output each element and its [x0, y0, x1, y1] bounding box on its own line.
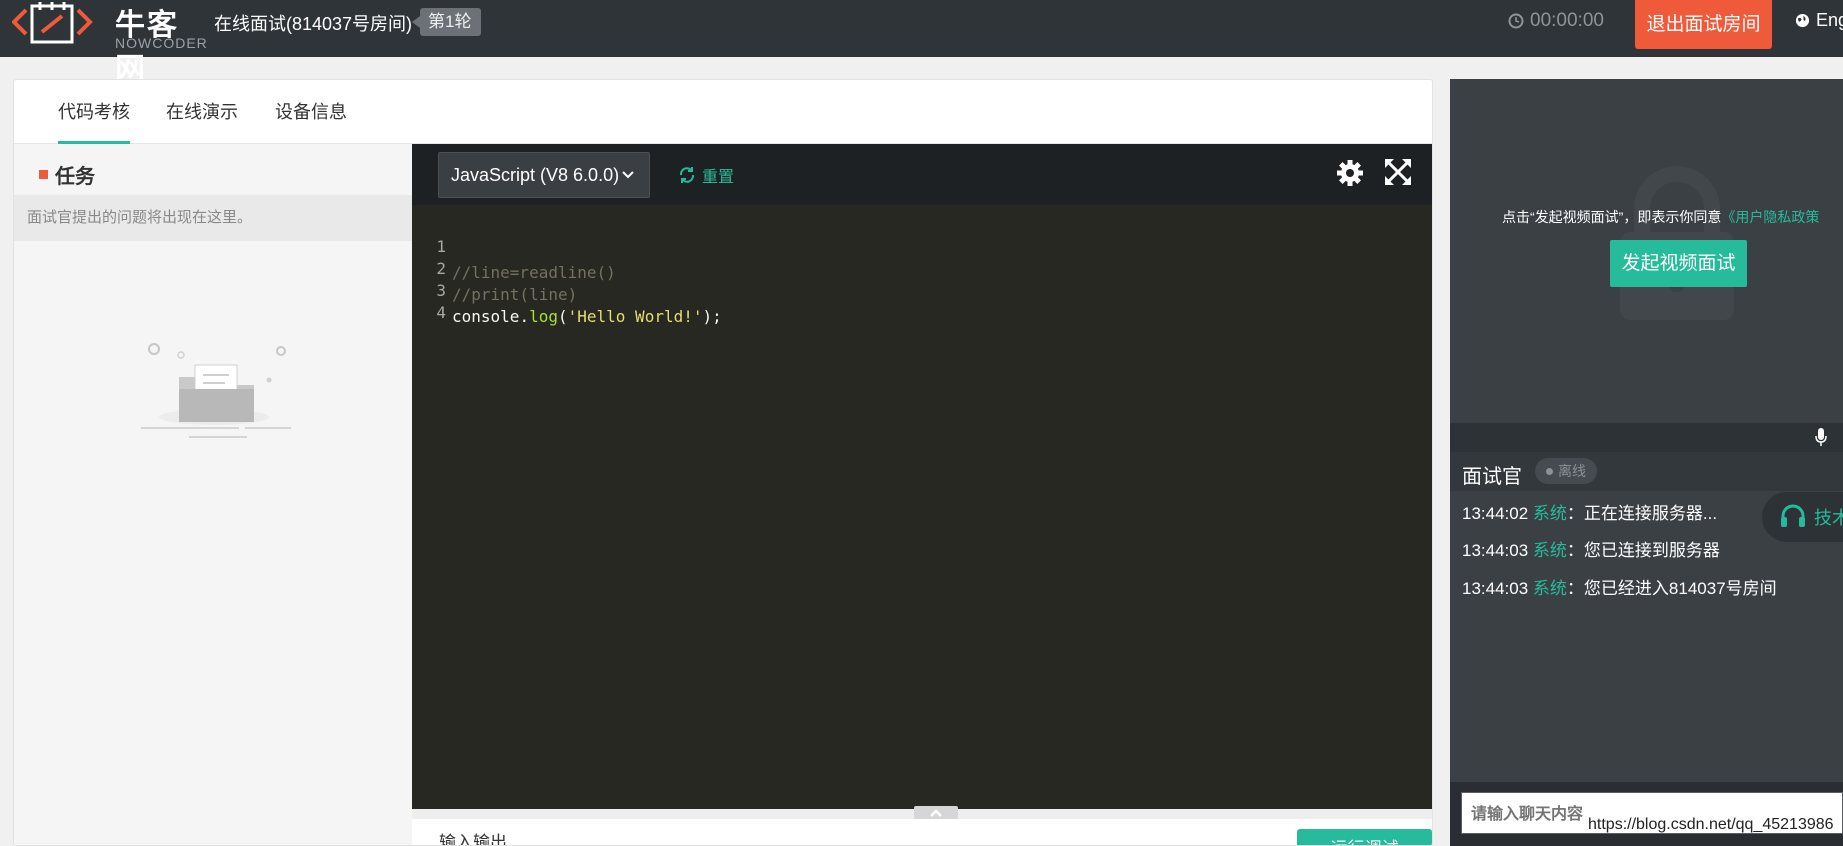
nowcoder-logo[interactable]: 牛客网 NOWCODER: [11, 0, 207, 86]
interviewer-title: 面试官: [1462, 466, 1522, 488]
status-dot-icon: [1546, 467, 1553, 475]
message-time: 13:44:02: [1462, 504, 1529, 523]
panel-splitter[interactable]: [412, 806, 1432, 819]
status-text: 离线: [1558, 463, 1586, 479]
logo-icon: [11, 2, 93, 44]
room-title: 在线面试(814037号房间): [214, 14, 413, 34]
reset-button[interactable]: 重置: [678, 163, 734, 187]
chat-message: 13:44:02 系统：正在连接服务器...: [1462, 499, 1717, 524]
watermark-url: https://blog.csdn.net/qq_45213986: [1588, 816, 1834, 833]
reset-label: 重置: [702, 169, 735, 186]
chevron-down-icon: [621, 153, 635, 213]
io-tab-label[interactable]: 输入输出: [439, 828, 507, 845]
interview-timer: 00:00:00: [1508, 10, 1604, 32]
status-badge: 离线: [1535, 458, 1597, 484]
privacy-notice-text: 点击“发起视频面试”，即表示你同意: [1502, 209, 1722, 225]
chat-panel: 面试官 离线 13:44:02 系统：正在连接服务器... 13:44:03 系…: [1450, 452, 1843, 846]
language-select-value: JavaScript (V8 6.0.0): [451, 165, 620, 185]
task-marker-icon: [39, 170, 48, 179]
message-time: 13:44:03: [1462, 579, 1529, 598]
task-title-text: 任务: [55, 166, 95, 188]
microphone-icon[interactable]: [1815, 428, 1827, 447]
chevron-up-icon[interactable]: [914, 806, 958, 819]
message-text: ：您已连接到服务器: [1566, 541, 1720, 560]
refresh-icon: [679, 167, 695, 183]
empty-folder-icon: [141, 343, 291, 438]
code-editor: JavaScript (V8 6.0.0) 重置 1 //line=readli…: [412, 144, 1432, 809]
tab-device-info[interactable]: 设备信息: [275, 80, 347, 144]
video-panel: 点击“发起视频面试”，即表示你同意《用户隐私政策 发起视频面试: [1450, 79, 1843, 423]
round-badge: 第1轮: [411, 8, 482, 36]
chat-message: 13:44:03 系统：您已连接到服务器: [1462, 536, 1720, 561]
chat-message: 13:44:03 系统：您已经进入814037号房间: [1462, 574, 1777, 599]
code-text-highlighted: console.log('Hello World!');: [452, 304, 722, 330]
code-line: 4: [412, 274, 489, 322]
brand-subtitle: NOWCODER: [115, 35, 208, 51]
code-area[interactable]: 1 //line=readline() 2 //print(line) 3 co…: [412, 205, 1432, 809]
tab-bar: 代码考核 在线演示 设备信息: [14, 80, 1432, 144]
task-hint: 面试官提出的问题将出现在这里。: [14, 195, 412, 241]
privacy-notice: 点击“发起视频面试”，即表示你同意《用户隐私政策: [1502, 207, 1819, 227]
tech-support-label: 技术: [1814, 508, 1843, 528]
privacy-policy-link[interactable]: 《用户隐私政策: [1721, 209, 1819, 225]
tab-code-assessment[interactable]: 代码考核: [58, 80, 130, 144]
globe-icon: [1795, 13, 1810, 28]
task-panel: 任务 面试官提出的问题将出现在这里。: [14, 144, 412, 845]
tech-support-button[interactable]: 技术: [1762, 492, 1843, 542]
message-text: ：正在连接服务器...: [1566, 504, 1718, 523]
audio-bar: [1450, 423, 1843, 452]
gear-icon[interactable]: [1336, 158, 1364, 188]
fullscreen-icon[interactable]: [1384, 158, 1412, 186]
message-sender: 系统: [1532, 579, 1567, 598]
message-time: 13:44:03: [1462, 541, 1529, 560]
run-debug-button[interactable]: 运行调试: [1297, 829, 1432, 845]
tab-online-demo[interactable]: 在线演示: [166, 80, 238, 144]
editor-toolbar: JavaScript (V8 6.0.0) 重置: [412, 144, 1432, 205]
code-token: );: [702, 307, 722, 326]
chat-header: 面试官 离线: [1450, 452, 1843, 491]
code-token: log: [529, 307, 558, 326]
code-token: (: [557, 307, 568, 326]
clock-icon: [1508, 13, 1524, 29]
line-number: 4: [436, 303, 446, 322]
task-title: 任务: [39, 160, 95, 189]
message-text: ：您已经进入814037号房间: [1566, 579, 1777, 598]
timer-value: 00:00:00: [1530, 10, 1604, 31]
headset-icon: [1781, 504, 1805, 527]
language-select[interactable]: JavaScript (V8 6.0.0): [438, 152, 650, 198]
code-token: .: [519, 307, 530, 326]
language-label: Eng: [1816, 10, 1843, 30]
message-sender: 系统: [1532, 541, 1567, 560]
message-sender: 系统: [1532, 504, 1567, 523]
interview-main-card: 代码考核 在线演示 设备信息 任务 面试官提出的问题将出现在这里。 JavaSc…: [13, 79, 1433, 846]
code-token: 'Hello World!': [567, 307, 703, 326]
language-switch[interactable]: Eng: [1795, 10, 1843, 31]
exit-room-button[interactable]: 退出面试房间: [1635, 0, 1772, 49]
chat-input-bar: [1450, 782, 1843, 846]
start-video-interview-button[interactable]: 发起视频面试: [1610, 240, 1747, 287]
top-header: 牛客网 NOWCODER 在线面试(814037号房间) 第1轮 00:00:0…: [0, 0, 1843, 86]
